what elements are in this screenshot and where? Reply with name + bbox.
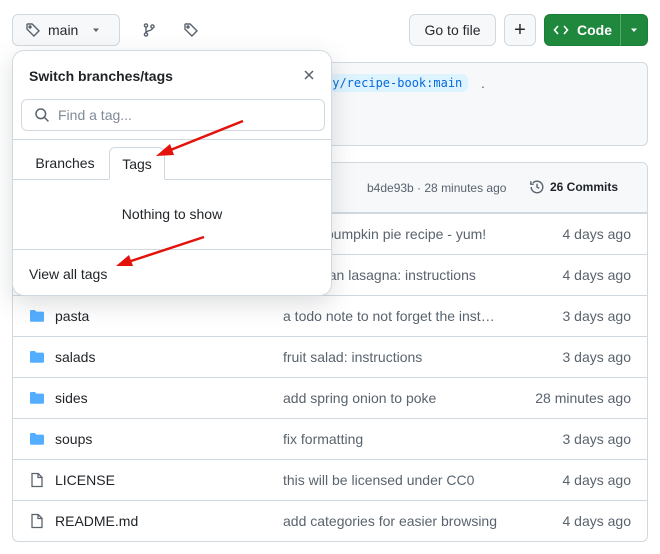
git-branch-icon[interactable] bbox=[133, 14, 165, 46]
divider bbox=[13, 179, 331, 180]
search-icon bbox=[34, 107, 50, 123]
commit-message[interactable]: c pumpkin pie recipe - yum! bbox=[315, 226, 486, 242]
commit-message[interactable]: add spring onion to poke bbox=[283, 390, 517, 406]
commit-hash-time[interactable]: b4de93b · 28 minutes ago bbox=[367, 181, 506, 195]
folder-icon bbox=[29, 431, 45, 447]
commit-time: 4 days ago bbox=[562, 267, 632, 283]
table-row[interactable]: sides add spring onion to poke 28 minute… bbox=[13, 377, 647, 418]
file-name[interactable]: sides bbox=[55, 390, 88, 406]
file-icon bbox=[29, 513, 45, 529]
go-to-file-button[interactable]: Go to file bbox=[409, 14, 496, 46]
table-row[interactable]: LICENSE this will be licensed under CC0 … bbox=[13, 459, 647, 500]
commit-time: 4 days ago bbox=[562, 472, 632, 488]
divider bbox=[620, 14, 621, 46]
code-icon bbox=[553, 22, 569, 38]
ref-code[interactable]: ry/recipe-book:main bbox=[319, 74, 469, 92]
file-icon bbox=[29, 472, 45, 488]
file-name[interactable]: soups bbox=[55, 431, 92, 447]
commit-message[interactable]: a todo note to not forget the inst… bbox=[283, 308, 517, 324]
popover-title: Switch branches/tags bbox=[29, 68, 173, 84]
tag-search-field[interactable] bbox=[21, 99, 325, 131]
history-icon bbox=[529, 179, 545, 195]
folder-icon bbox=[29, 349, 45, 365]
banner-text: . bbox=[481, 75, 485, 91]
commit-time: 4 days ago bbox=[562, 513, 632, 529]
commit-message[interactable]: fix formatting bbox=[283, 431, 517, 447]
branch-select-button[interactable]: main bbox=[12, 14, 120, 46]
divider bbox=[13, 139, 331, 140]
commit-time: 3 days ago bbox=[562, 349, 632, 365]
divider bbox=[13, 249, 331, 250]
table-row[interactable]: salads fruit salad: instructions 3 days … bbox=[13, 336, 647, 377]
tag-icon bbox=[25, 22, 41, 38]
switch-branches-tags-popover: Switch branches/tags Branches Tags Nothi… bbox=[12, 50, 332, 296]
code-button[interactable]: Code bbox=[544, 14, 648, 46]
file-name[interactable]: salads bbox=[55, 349, 95, 365]
commit-message[interactable]: rian lasagna: instructions bbox=[321, 267, 476, 283]
commit-message[interactable]: fruit salad: instructions bbox=[283, 349, 517, 365]
close-icon[interactable] bbox=[297, 63, 321, 87]
file-name[interactable]: LICENSE bbox=[55, 472, 115, 488]
code-button-label: Code bbox=[577, 22, 612, 38]
tag-icon[interactable] bbox=[175, 14, 207, 46]
commit-message[interactable]: this will be licensed under CC0 bbox=[283, 472, 517, 488]
add-file-button[interactable]: + bbox=[504, 14, 536, 46]
folder-icon bbox=[29, 390, 45, 406]
chevron-down-icon bbox=[629, 25, 639, 35]
table-row[interactable]: pasta a todo note to not forget the inst… bbox=[13, 295, 647, 336]
empty-state-text: Nothing to show bbox=[121, 206, 223, 222]
table-row[interactable]: README.md add categories for easier brow… bbox=[13, 500, 647, 541]
commit-time: 4 days ago bbox=[562, 226, 632, 242]
view-all-tags-link[interactable]: View all tags bbox=[29, 266, 107, 282]
branch-label: main bbox=[48, 22, 79, 38]
file-name[interactable]: pasta bbox=[55, 308, 89, 324]
tab-tags[interactable]: Tags bbox=[109, 147, 165, 180]
plus-icon: + bbox=[514, 19, 526, 41]
tag-search-input[interactable] bbox=[58, 107, 308, 123]
folder-icon bbox=[29, 308, 45, 324]
commit-time: 3 days ago bbox=[562, 308, 632, 324]
commits-link[interactable]: 26 Commits bbox=[529, 179, 618, 195]
table-row[interactable]: soups fix formatting 3 days ago bbox=[13, 418, 647, 459]
tab-branches[interactable]: Branches bbox=[21, 147, 109, 179]
file-name[interactable]: README.md bbox=[55, 513, 138, 529]
chevron-down-icon bbox=[91, 25, 101, 35]
commit-time: 3 days ago bbox=[562, 431, 632, 447]
commit-time: 28 minutes ago bbox=[535, 390, 631, 406]
commit-message[interactable]: add categories for easier browsing bbox=[283, 513, 517, 529]
commits-count: 26 Commits bbox=[550, 180, 619, 194]
